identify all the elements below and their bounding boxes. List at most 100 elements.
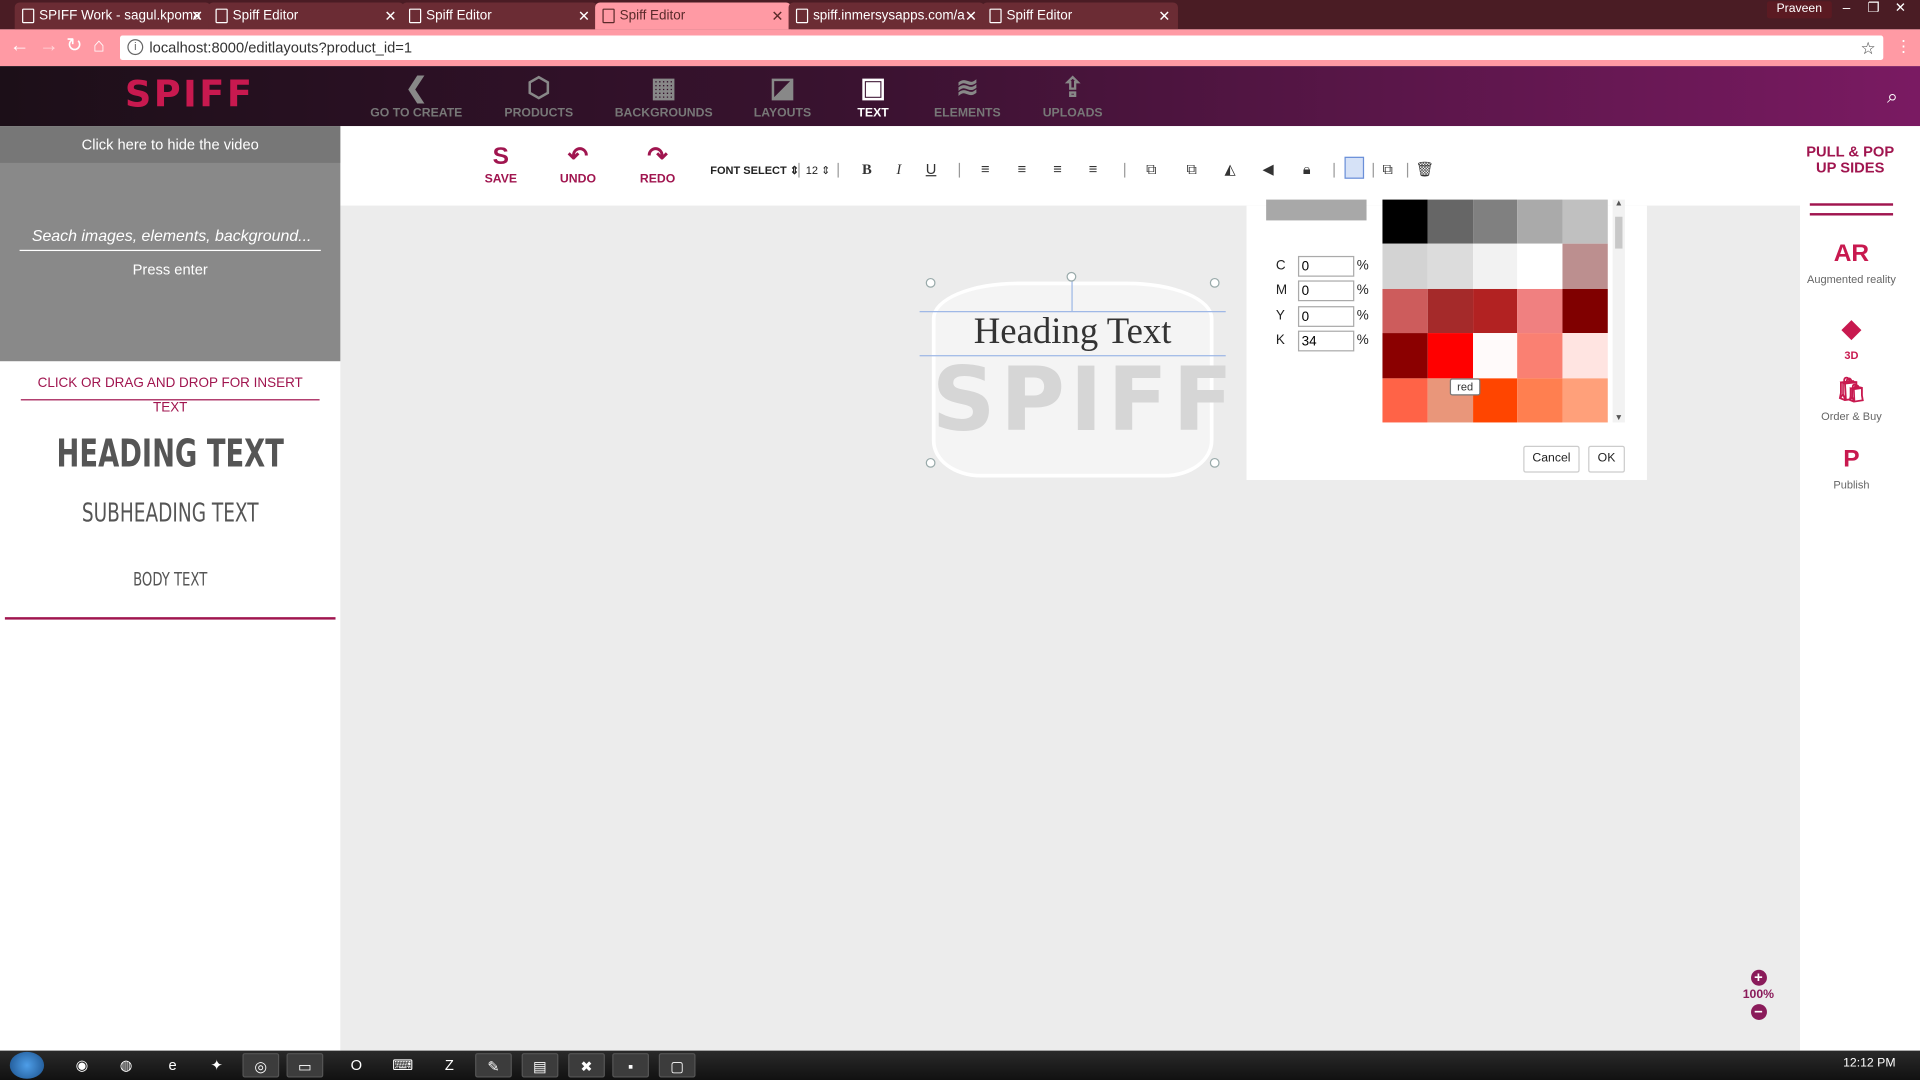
minimize-icon[interactable]: – xyxy=(1834,0,1858,20)
browser-tab[interactable]: spiff.inmersysapps.com/a ✕ xyxy=(788,2,985,30)
subheading-text-sample[interactable]: SUBHEADING TEXT xyxy=(34,498,306,527)
color-swatch[interactable] xyxy=(1562,199,1608,245)
color-swatch[interactable] xyxy=(1562,377,1608,423)
color-swatch[interactable] xyxy=(1382,199,1428,245)
close-icon[interactable]: ✕ xyxy=(578,2,590,29)
window-icon[interactable]: ▢ xyxy=(658,1053,696,1078)
info-icon[interactable]: i xyxy=(127,39,144,56)
opera-icon[interactable]: O xyxy=(338,1053,375,1077)
font-size-select[interactable]: 12 ⇕ xyxy=(806,164,831,177)
ok-button[interactable]: OK xyxy=(1588,445,1625,473)
swatch-scrollbar[interactable]: ▲ ▼ xyxy=(1612,199,1625,423)
color-swatch[interactable] xyxy=(1382,244,1428,289)
color-swatch[interactable] xyxy=(1382,333,1428,378)
underline-icon[interactable]: U xyxy=(926,160,937,177)
color-swatch[interactable] xyxy=(1517,377,1563,423)
hide-video-button[interactable]: Click here to hide the video xyxy=(0,126,341,163)
color-swatch[interactable] xyxy=(1562,288,1608,334)
font-select[interactable]: FONT SELECT ⇕ xyxy=(710,164,799,177)
bold-icon[interactable]: B xyxy=(862,160,872,178)
save-button[interactable]: S SAVE xyxy=(470,143,531,186)
search-icon[interactable]: ⌕ xyxy=(1887,87,1898,109)
back-icon[interactable]: ← xyxy=(10,36,30,57)
italic-icon[interactable]: I xyxy=(896,160,901,178)
send-backward-icon[interactable]: ⧉ xyxy=(1187,160,1198,178)
trash-icon[interactable]: 🗑︎ xyxy=(1416,160,1435,177)
close-window-icon[interactable]: ✕ xyxy=(1888,0,1912,20)
color-swatch[interactable] xyxy=(1517,333,1563,378)
rotate-handle[interactable] xyxy=(1066,271,1077,282)
heading-text-object[interactable]: Heading Text xyxy=(920,311,1226,353)
scroll-down-icon[interactable]: ▼ xyxy=(1613,414,1625,423)
lock-icon[interactable]: 🔒︎ xyxy=(1303,160,1311,178)
nav-backgrounds[interactable]: ▦ BACKGROUNDS xyxy=(609,66,719,126)
notepad-icon[interactable]: ✎ xyxy=(475,1053,512,1078)
cmd-icon[interactable]: ▪ xyxy=(612,1053,649,1078)
editor-icon[interactable]: ▤ xyxy=(521,1053,559,1078)
color-swatch[interactable] xyxy=(1472,333,1518,378)
browser-tab[interactable]: Spiff Editor ✕ xyxy=(401,2,598,30)
color-swatch[interactable] xyxy=(1472,288,1518,334)
menu-icon[interactable]: ⋮ xyxy=(1896,37,1912,57)
body-text-sample[interactable]: BODY TEXT xyxy=(34,568,306,590)
keyboard-icon[interactable]: ⌨ xyxy=(384,1053,421,1077)
order-buy-button[interactable]: 🛍︎ Order & Buy xyxy=(1800,373,1903,423)
spiff-logo[interactable]: SPIFF xyxy=(125,73,254,116)
color-swatch[interactable] xyxy=(1472,244,1518,289)
xampp-icon[interactable]: ✖ xyxy=(568,1053,605,1078)
flip-horizontal-icon[interactable]: ◀ xyxy=(1262,160,1273,177)
firefox-icon[interactable]: ◍ xyxy=(108,1053,145,1077)
cancel-button[interactable]: Cancel xyxy=(1523,445,1580,473)
color-swatch[interactable] xyxy=(1427,199,1473,245)
app-icon[interactable]: ✦ xyxy=(198,1053,235,1077)
pull-pop-up-sides-button[interactable]: PULL & POP UP SIDES xyxy=(1800,144,1900,176)
forward-icon[interactable]: → xyxy=(39,36,59,57)
undo-button[interactable]: ↶ UNDO xyxy=(547,143,608,186)
media-icon[interactable]: ◉ xyxy=(64,1053,101,1077)
close-icon[interactable]: ✕ xyxy=(384,2,396,29)
close-icon[interactable]: ✕ xyxy=(771,2,783,29)
explorer-icon[interactable]: ▭ xyxy=(286,1053,324,1078)
color-fill-icon[interactable] xyxy=(1344,156,1365,179)
design-object[interactable]: SPIFF Heading Text xyxy=(919,271,1233,490)
chrome-icon[interactable]: ◎ xyxy=(242,1053,280,1078)
nav-uploads[interactable]: ⇪ UPLOADS xyxy=(1018,66,1128,126)
filezilla-icon[interactable]: Z xyxy=(431,1053,468,1077)
profile-badge[interactable]: Praveen xyxy=(1766,1,1832,19)
restore-icon[interactable]: ❐ xyxy=(1861,0,1885,20)
browser-tab[interactable]: SPIFF Work - sagul.kpoma ✕ xyxy=(14,2,211,30)
color-swatch[interactable] xyxy=(1382,377,1428,423)
justify-icon[interactable]: ≡ xyxy=(1089,160,1098,177)
cmyk-k-input[interactable] xyxy=(1297,330,1355,352)
scroll-up-icon[interactable]: ▲ xyxy=(1613,200,1625,209)
color-swatch[interactable] xyxy=(1427,244,1473,289)
nav-go-to-create[interactable]: ❮ GO TO CREATE xyxy=(361,66,471,126)
bookmark-star-icon[interactable]: ☆ xyxy=(1861,36,1876,60)
flip-vertical-icon[interactable]: ◭ xyxy=(1225,160,1236,177)
heading-text-sample[interactable]: HEADING TEXT xyxy=(34,432,306,476)
browser-tab-active[interactable]: Spiff Editor ✕ xyxy=(595,2,792,30)
close-icon[interactable]: ✕ xyxy=(965,2,977,29)
augmented-reality-button[interactable]: AR Augmented reality xyxy=(1800,236,1903,286)
nav-products[interactable]: ⬡ PRODUCTS xyxy=(484,66,594,126)
3d-button[interactable]: ◆ 3D xyxy=(1800,312,1903,362)
redo-button[interactable]: ↷ REDO xyxy=(627,143,688,186)
color-swatch[interactable] xyxy=(1427,333,1473,378)
ie-icon[interactable]: e xyxy=(154,1053,191,1077)
align-right-icon[interactable]: ≡ xyxy=(1053,160,1062,177)
bring-forward-icon[interactable]: ⧉ xyxy=(1146,160,1157,178)
duplicate-icon[interactable]: ⧉ xyxy=(1382,160,1393,178)
color-swatch[interactable] xyxy=(1517,199,1563,245)
nav-elements[interactable]: ≋ ELEMENTS xyxy=(912,66,1022,126)
url-field[interactable]: i localhost:8000/editlayouts?product_id=… xyxy=(120,35,1884,61)
zoom-in-icon[interactable]: + xyxy=(1750,969,1767,986)
scroll-thumb[interactable] xyxy=(1615,216,1623,249)
cmyk-y-input[interactable] xyxy=(1297,306,1355,327)
start-button[interactable] xyxy=(9,1051,45,1079)
color-swatch[interactable] xyxy=(1382,288,1428,334)
color-swatch[interactable] xyxy=(1517,244,1563,289)
asset-search-input[interactable] xyxy=(19,221,321,252)
color-swatch[interactable] xyxy=(1562,244,1608,289)
browser-tab[interactable]: Spiff Editor ✕ xyxy=(982,2,1178,30)
color-swatch[interactable] xyxy=(1427,288,1473,334)
